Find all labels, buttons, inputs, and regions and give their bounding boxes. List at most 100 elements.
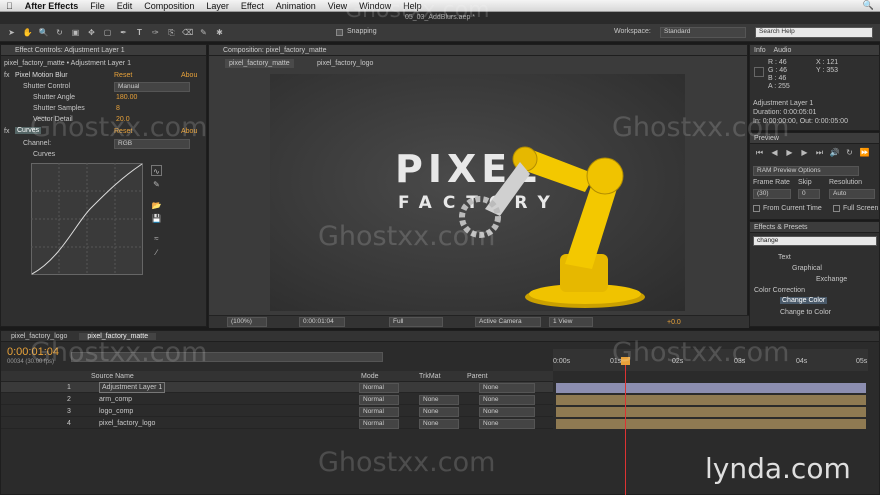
timeline-tab-logo[interactable]: pixel_factory_logo: [1, 333, 77, 340]
source-name-header[interactable]: Source Name: [91, 373, 134, 380]
hand-tool-icon[interactable]: ✋: [22, 27, 33, 38]
mask-tool-icon[interactable]: ▢: [102, 27, 113, 38]
from-current-checkbox[interactable]: [753, 205, 760, 212]
layer-trkmat[interactable]: None: [419, 395, 459, 405]
loop-icon[interactable]: ↻: [844, 147, 855, 158]
preview-tab[interactable]: Preview: [750, 133, 879, 144]
layer-row-2[interactable]: 2 arm_comp Normal None None: [1, 394, 553, 405]
search-help-input[interactable]: Search Help: [755, 27, 873, 38]
layer-trkmat[interactable]: None: [419, 407, 459, 417]
roto-tool-icon[interactable]: ✎: [198, 27, 209, 38]
last-frame-icon[interactable]: ⏭: [814, 147, 825, 158]
layer-row-4[interactable]: 4 pixel_factory_logo Normal None None: [1, 418, 553, 429]
menu-help[interactable]: Help: [397, 1, 428, 11]
menu-layer[interactable]: Layer: [200, 1, 235, 11]
menu-composition[interactable]: Composition: [138, 1, 200, 11]
layer-parent[interactable]: None: [479, 407, 535, 417]
shutter-samples-value[interactable]: 8: [116, 105, 120, 112]
playhead-handle[interactable]: [621, 357, 630, 365]
comp-subtab-matte[interactable]: pixel_factory_matte: [225, 59, 294, 68]
fx-icon[interactable]: fx: [4, 72, 9, 79]
tree-graphical[interactable]: Graphical: [792, 265, 822, 272]
pen-tool-icon[interactable]: ✒: [118, 27, 129, 38]
tree-text[interactable]: Text: [778, 254, 791, 261]
curves-graph[interactable]: [31, 163, 143, 275]
selection-tool-icon[interactable]: ➤: [6, 27, 17, 38]
layer-mode[interactable]: Normal: [359, 395, 399, 405]
audio-icon[interactable]: 🔊: [829, 147, 840, 158]
apple-icon[interactable]: : [0, 1, 19, 11]
layer-mode[interactable]: Normal: [359, 407, 399, 417]
channel-select[interactable]: RGB: [114, 139, 190, 149]
frame-rate-select[interactable]: (30): [753, 189, 791, 199]
fx-curves-icon[interactable]: fx: [4, 128, 9, 135]
zoom-select[interactable]: (100%): [227, 317, 267, 327]
layer-name[interactable]: pixel_factory_logo: [99, 418, 155, 429]
curve-tool-icon[interactable]: ∿: [151, 165, 162, 176]
layer-bar-1[interactable]: [556, 383, 866, 393]
layer-name[interactable]: logo_comp: [99, 406, 133, 417]
layer-parent[interactable]: None: [479, 395, 535, 405]
pan-tool-icon[interactable]: ✥: [86, 27, 97, 38]
tree-exchange[interactable]: Exchange: [816, 276, 847, 283]
effects-presets-tab[interactable]: Effects & Presets: [750, 222, 879, 233]
playhead[interactable]: [625, 359, 626, 495]
trkmat-header[interactable]: TrkMat: [419, 373, 441, 380]
ram-preview-icon[interactable]: ⏩: [859, 147, 870, 158]
prev-frame-icon[interactable]: ◀: [769, 147, 780, 158]
layer-parent[interactable]: None: [479, 419, 535, 429]
camera-tool-icon[interactable]: ▣: [70, 27, 81, 38]
shutter-control-select[interactable]: Manual: [114, 82, 190, 92]
camera-select[interactable]: Active Camera: [475, 317, 541, 327]
puppet-tool-icon[interactable]: ✱: [214, 27, 225, 38]
layer-bar-3[interactable]: [556, 407, 866, 417]
clone-tool-icon[interactable]: ⎘: [166, 27, 177, 38]
menu-edit[interactable]: Edit: [111, 1, 139, 11]
pmb-about[interactable]: Abou: [181, 72, 197, 79]
parent-header[interactable]: Parent: [467, 373, 488, 380]
layer-mode[interactable]: Normal: [359, 419, 399, 429]
menu-view[interactable]: View: [322, 1, 353, 11]
layer-name[interactable]: arm_comp: [99, 394, 132, 405]
curves-name[interactable]: Curves: [15, 127, 42, 134]
layer-trkmat[interactable]: None: [419, 419, 459, 429]
spotlight-icon[interactable]: 🔍: [857, 0, 880, 11]
comp-subtab-logo[interactable]: pixel_factory_logo: [317, 60, 373, 67]
text-tool-icon[interactable]: T: [134, 27, 145, 38]
brush-tool-icon[interactable]: ✑: [150, 27, 161, 38]
menu-effect[interactable]: Effect: [235, 1, 270, 11]
curves-reset[interactable]: Reset: [114, 128, 132, 135]
open-curve-icon[interactable]: 📂: [151, 200, 162, 211]
full-screen-checkbox[interactable]: [833, 205, 840, 212]
menu-app[interactable]: After Effects: [19, 1, 85, 11]
effects-search-input[interactable]: change: [753, 236, 877, 246]
play-icon[interactable]: ▶: [784, 147, 795, 158]
next-frame-icon[interactable]: ▶: [799, 147, 810, 158]
menu-window[interactable]: Window: [353, 1, 397, 11]
pmb-name[interactable]: Pixel Motion Blur: [15, 72, 68, 79]
tree-change-to-color[interactable]: Change to Color: [780, 309, 831, 316]
audio-tab[interactable]: Audio: [773, 47, 791, 54]
reset-curve-icon[interactable]: ∕: [151, 247, 162, 258]
smooth-curve-icon[interactable]: ≈: [151, 233, 162, 244]
curves-about[interactable]: Abou: [181, 128, 197, 135]
workspace-select[interactable]: Standard: [660, 27, 746, 38]
ram-preview-select[interactable]: RAM Preview Options: [753, 166, 859, 176]
menu-animation[interactable]: Animation: [270, 1, 322, 11]
comp-timecode[interactable]: 0:00:01:04: [299, 317, 345, 327]
resolution-select-preview[interactable]: Auto: [829, 189, 875, 199]
tree-change-color[interactable]: Change Color: [780, 297, 828, 304]
effect-controls-tab[interactable]: Effect Controls: Adjustment Layer 1: [1, 45, 206, 56]
view-layout-select[interactable]: 1 View: [549, 317, 593, 327]
layer-bar-4[interactable]: [556, 419, 866, 429]
first-frame-icon[interactable]: ⏮: [754, 147, 765, 158]
timeline-search-input[interactable]: [71, 352, 383, 362]
rotate-tool-icon[interactable]: ↻: [54, 27, 65, 38]
shutter-angle-value[interactable]: 180.00: [116, 94, 137, 101]
timeline-tab-matte[interactable]: pixel_factory_matte: [79, 333, 157, 340]
layer-name[interactable]: Adjustment Layer 1: [99, 382, 166, 393]
resolution-select[interactable]: Full: [389, 317, 443, 327]
comp-viewer[interactable]: PIXEL FACTORY: [270, 74, 685, 311]
exposure-value[interactable]: +0.0: [667, 319, 681, 326]
skip-select[interactable]: 0: [798, 189, 820, 199]
